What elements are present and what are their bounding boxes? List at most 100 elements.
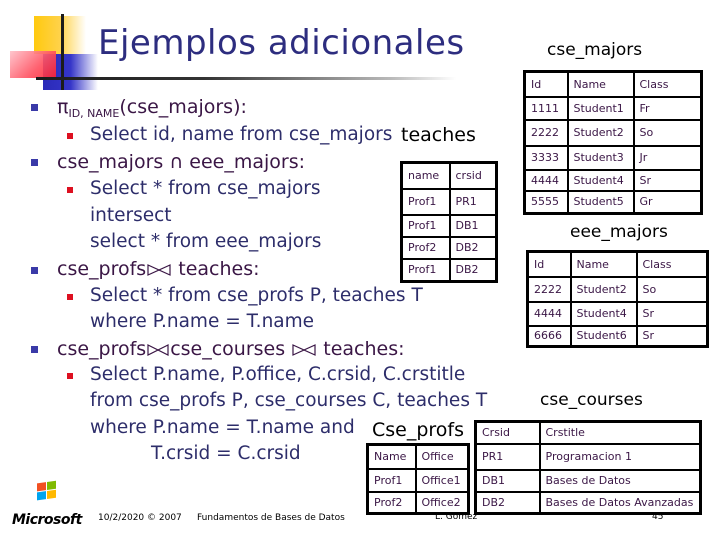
header-cell: Id [523, 70, 569, 98]
cse-majors-table: Id Name Class 1111 Student1 Fr 2222 Stud… [523, 70, 703, 215]
join-relation-1: cse_profs [57, 338, 147, 360]
decorative-yellow-square [34, 16, 86, 54]
teaches-caption: teaches [401, 124, 476, 146]
table-row: 6666 Student6 Sr [526, 324, 709, 348]
bullet-join: cse_profs teaches: [57, 258, 260, 280]
slide-title: Ejemplos adicionales [98, 23, 465, 63]
table-cell: Office2 [414, 490, 470, 515]
table-row: 4444 Student4 Sr [523, 168, 703, 192]
table-row: PR1 Programacion 1 [474, 442, 702, 471]
table-cell: Prof1 [366, 467, 417, 493]
table-cell: Prof2 [400, 235, 451, 260]
table-cell: Prof1 [400, 187, 451, 216]
table-cell: 6666 [526, 324, 572, 348]
join-relation-2: cse_courses [170, 338, 286, 360]
header-cell: Class [632, 70, 703, 98]
table-header-row: name crsid [400, 161, 498, 190]
header-cell: name [400, 161, 451, 190]
footer-course: Fundamentos de Bases de Datos [197, 513, 345, 523]
bullet-triple-join: cse_profs cse_courses teaches: [57, 338, 405, 360]
page-number: 45 [652, 512, 664, 522]
table-row: DB1 Bases de Datos [474, 468, 702, 493]
intersection-sql-line2: intersect [90, 205, 172, 226]
table-cell: 2222 [523, 118, 569, 147]
header-cell: Name [569, 250, 638, 278]
natural-join-icon [147, 263, 171, 276]
table-row: 5555 Student5 Gr [523, 189, 703, 215]
header-cell: Id [526, 250, 572, 278]
bullet-marker [31, 104, 38, 111]
header-cell: crsid [448, 161, 498, 190]
table-cell: Student5 [566, 189, 635, 215]
table-row: Prof2 Office2 [366, 490, 470, 515]
bullet-marker [31, 159, 38, 166]
sub-bullet-marker [67, 133, 73, 139]
table-cell: Office1 [414, 467, 470, 493]
table-cell: Student3 [566, 144, 635, 171]
table-cell: So [635, 275, 709, 303]
table-cell: 1111 [523, 95, 569, 121]
join-left-relation: cse_profs [57, 258, 147, 280]
table-cell: Programacion 1 [538, 442, 702, 471]
join-relation-3: teaches: [323, 338, 405, 360]
table-cell: DB2 [448, 235, 498, 260]
cse-profs-table: Name Office Prof1 Office1 Prof2 Office2 [366, 443, 470, 515]
triple-join-sql-line2: from cse_profs P, cse_courses C, teaches… [90, 390, 488, 411]
table-row: Prof1 DB1 [400, 213, 498, 238]
table-row: 2222 Student2 So [523, 118, 703, 147]
cse-courses-caption: cse_courses [540, 390, 643, 410]
table-row: 2222 Student2 So [526, 275, 709, 303]
table-cell: Student6 [569, 324, 638, 348]
table-cell: DB1 [448, 213, 498, 238]
table-cell: 4444 [523, 168, 569, 192]
table-cell: Gr [632, 189, 703, 215]
natural-join-icon [147, 343, 169, 356]
table-cell: Sr [635, 324, 709, 348]
header-cell: Name [366, 443, 417, 470]
table-header-row: Id Name Class [523, 70, 703, 98]
table-header-row: Crsid Crstitle [474, 420, 702, 445]
table-row: Prof2 DB2 [400, 235, 498, 260]
title-underline [36, 77, 456, 80]
header-cell: Crsid [474, 420, 541, 445]
table-cell: Sr [632, 168, 703, 192]
table-cell: DB2 [474, 490, 541, 515]
microsoft-logo: Microsoft [12, 512, 82, 528]
table-row: Prof1 PR1 [400, 187, 498, 216]
table-cell: DB2 [448, 257, 498, 283]
table-cell: PR1 [448, 187, 498, 216]
table-header-row: Id Name Class [526, 250, 709, 278]
bullet-projection: πID, NAME(cse_majors): [57, 96, 247, 120]
triple-join-sql-line3: where P.name = T.name and [90, 417, 355, 438]
bullet-intersection: cse_majors ∩ eee_majors: [57, 151, 306, 173]
projection-relation: (cse_majors): [119, 96, 247, 118]
table-cell: Fr [632, 95, 703, 121]
table-cell: Bases de Datos Avanzadas [538, 490, 702, 515]
table-cell: Prof1 [400, 257, 451, 283]
intersection-sql-line3: select * from eee_majors [90, 231, 322, 252]
sub-bullet-marker [67, 294, 73, 300]
table-cell: Bases de Datos [538, 468, 702, 493]
cse-profs-caption: Cse_profs [372, 419, 465, 441]
table-row: Prof1 Office1 [366, 467, 470, 493]
eee-majors-table: Id Name Class 2222 Student2 So 4444 Stud… [526, 250, 709, 348]
intersection-sql-line1: Select * from cse_majors [90, 178, 321, 199]
header-cell: Office [414, 443, 470, 470]
table-cell: Student1 [566, 95, 635, 121]
eee-majors-caption: eee_majors [570, 222, 668, 242]
table-cell: 2222 [526, 275, 572, 303]
table-row: 3333 Student3 Jr [523, 144, 703, 171]
teaches-table: name crsid Prof1 PR1 Prof1 DB1 Prof2 DB2… [400, 161, 498, 283]
table-cell: DB1 [474, 468, 541, 493]
sub-bullet-marker [67, 373, 73, 379]
footer-date: 10/2/2020 © 2007 [98, 513, 182, 523]
table-cell: 3333 [523, 144, 569, 171]
table-cell: Sr [635, 300, 709, 327]
table-row: 1111 Student1 Fr [523, 95, 703, 121]
table-row: DB2 Bases de Datos Avanzadas [474, 490, 702, 515]
bullet-marker [31, 346, 38, 353]
header-cell: Class [635, 250, 709, 278]
bullet-marker [31, 267, 38, 274]
projection-sql: Select id, name from cse_majors [90, 124, 393, 145]
table-cell: Student4 [569, 300, 638, 327]
